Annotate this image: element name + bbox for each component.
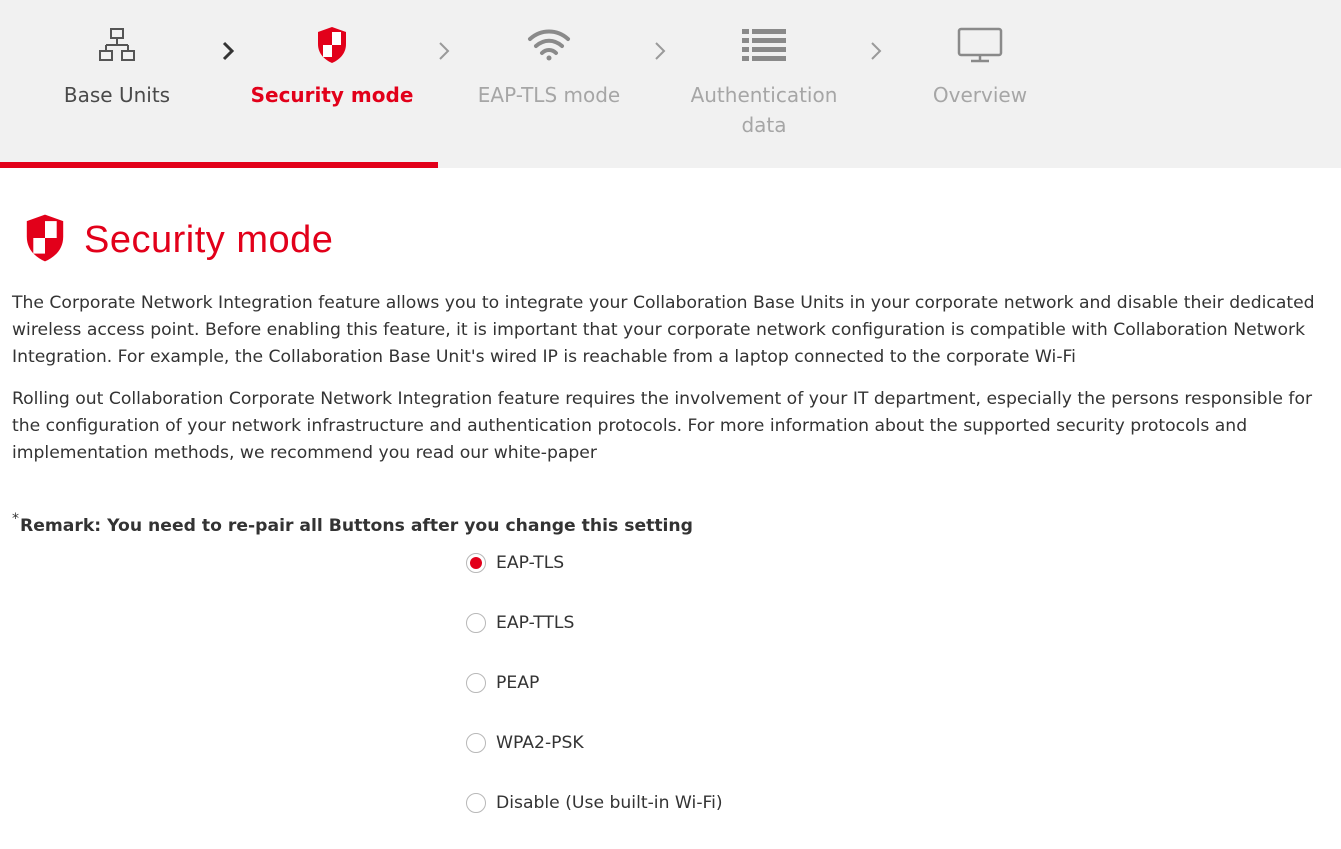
- wizard-stepper: Base Units Security mode EAP-TLS mode Au…: [0, 0, 1341, 168]
- remark-note: *Remark: You need to re-pair all Buttons…: [12, 506, 693, 540]
- step-label: Base Units: [63, 83, 171, 107]
- step-label: Overview: [932, 83, 1028, 107]
- step-authentication-data[interactable]: Authentication data: [664, 0, 864, 160]
- page-title: Security mode: [84, 218, 334, 261]
- step-label: EAP-TLS mode: [477, 83, 621, 107]
- radio-button[interactable]: [466, 673, 486, 693]
- step-base-units[interactable]: Base Units: [17, 0, 217, 160]
- list-icon: [742, 22, 786, 68]
- step-overview[interactable]: Overview: [880, 0, 1080, 160]
- page-header: Security mode: [22, 212, 333, 268]
- radio-button[interactable]: [466, 733, 486, 753]
- step-label: Authentication data: [690, 83, 838, 137]
- security-mode-radio-group: EAP-TLS EAP-TTLS PEAP WPA2-PSK Disable (…: [466, 549, 723, 849]
- radio-button[interactable]: [466, 793, 486, 813]
- intro-paragraph: The Corporate Network Integration featur…: [12, 293, 1315, 367]
- progress-bar: [0, 162, 438, 168]
- intro-text: The Corporate Network Integration featur…: [12, 290, 1332, 482]
- radio-label: PEAP: [496, 673, 540, 693]
- network-icon: [98, 22, 136, 68]
- monitor-icon: [956, 22, 1004, 68]
- radio-label: EAP-TTLS: [496, 613, 575, 633]
- radio-label: Disable (Use built-in Wi-Fi): [496, 793, 723, 813]
- shield-icon: [22, 212, 68, 268]
- radio-button[interactable]: [466, 553, 486, 573]
- radio-selected-dot: [470, 557, 482, 569]
- remark-text: Remark: You need to re-pair all Buttons …: [20, 516, 693, 536]
- intro-paragraph: Rolling out Collaboration Corporate Netw…: [12, 389, 1313, 463]
- remark-asterisk: *: [12, 511, 19, 527]
- radio-label: WPA2-PSK: [496, 733, 584, 753]
- radio-option-eap-ttls[interactable]: EAP-TTLS: [466, 609, 723, 637]
- wifi-icon: [526, 22, 572, 68]
- shield-icon: [315, 22, 349, 68]
- radio-option-disable[interactable]: Disable (Use built-in Wi-Fi): [466, 789, 723, 817]
- step-security-mode[interactable]: Security mode: [232, 0, 432, 160]
- step-eap-tls-mode[interactable]: EAP-TLS mode: [449, 0, 649, 160]
- radio-label: EAP-TLS: [496, 553, 565, 573]
- radio-option-wpa2-psk[interactable]: WPA2-PSK: [466, 729, 723, 757]
- radio-option-eap-tls[interactable]: EAP-TLS: [466, 549, 723, 577]
- radio-option-peap[interactable]: PEAP: [466, 669, 723, 697]
- radio-button[interactable]: [466, 613, 486, 633]
- step-label: Security mode: [250, 83, 414, 107]
